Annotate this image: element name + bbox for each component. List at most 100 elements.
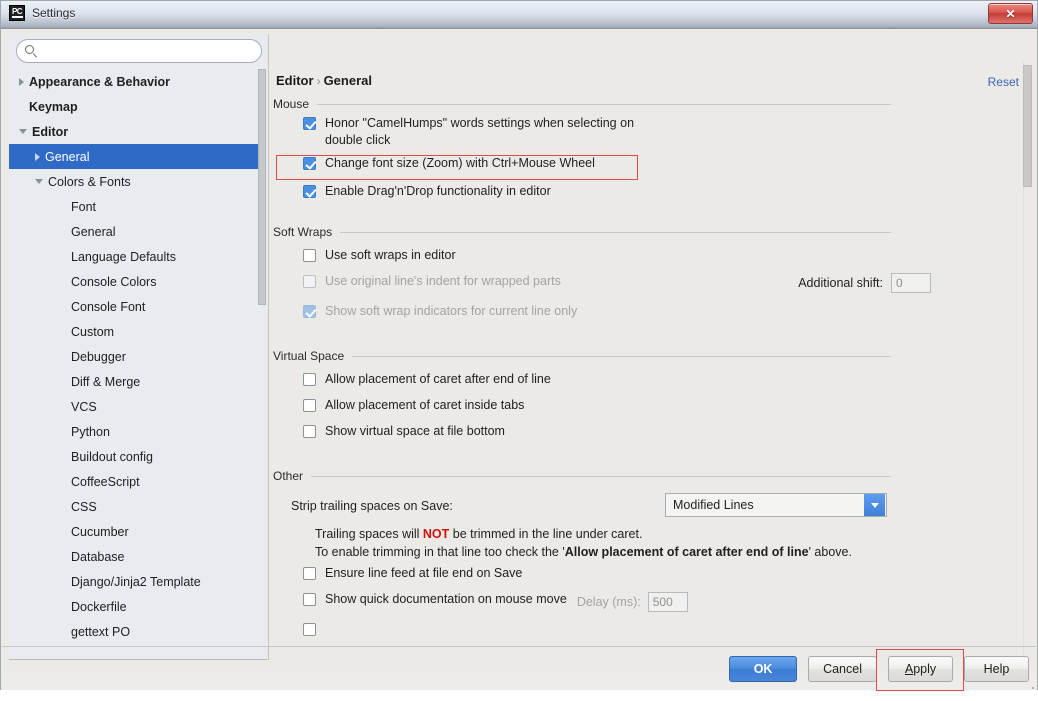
checkbox-caret-after-eol[interactable] [303,373,316,386]
sidebar-item-label: Language Defaults [71,249,176,264]
sidebar-scrollbar-track[interactable] [258,69,267,658]
settings-dialog: PC Settings ✕ Appearance & Behavior Keym… [0,0,1038,701]
settings-tree[interactable]: Appearance & Behavior Keymap Editor General… [9,69,265,658]
label-ensure-linefeed: Ensure line feed at file end on Save [325,566,523,580]
sidebar-item-django-jinja2-template[interactable]: Django/Jinja2 Template [9,569,265,594]
help-button[interactable]: Help [964,656,1029,682]
pane-splitter[interactable] [268,34,269,660]
label-original-indent: Use original line's indent for wrapped p… [325,274,561,288]
sidebar-item-label: CoffeeScript [71,474,140,489]
strip-trailing-value: Modified Lines [673,498,754,512]
note1-red: NOT [422,527,450,541]
ok-button-label: OK [753,662,773,676]
apply-button-mnemonic: A [904,662,914,676]
close-icon[interactable]: ✕ [988,3,1033,24]
window-bottom-strip [0,690,1038,701]
checkbox-virtualspace-bottom[interactable] [303,425,316,438]
checkbox-use-soft-wraps[interactable] [303,249,316,262]
sidebar-item-language-defaults[interactable]: Language Defaults [9,244,265,269]
apply-button[interactable]: Apply [888,656,953,682]
option-row-use-soft-wraps[interactable]: Use soft wraps in editor [273,247,1021,273]
sidebar-item-console-font[interactable]: Console Font [9,294,265,319]
checkbox-camelhumps[interactable] [303,117,316,130]
title-bar: PC Settings ✕ [1,1,1037,29]
sidebar-item-label: Database [71,549,125,564]
cancel-button[interactable]: Cancel [808,656,877,682]
sidebar-item-console-colors[interactable]: Console Colors [9,269,265,294]
label-zoom-fontsize: Change font size (Zoom) with Ctrl+Mouse … [325,156,595,170]
sidebar-item-keymap[interactable]: Keymap [9,94,265,119]
sidebar-item-colors-fonts[interactable]: Colors & Fonts [9,169,265,194]
group-header-other: Other [273,467,1021,485]
additional-shift-input[interactable] [891,273,931,293]
option-row-original-indent-wrap: Use original line's indent for wrapped p… [273,273,1021,301]
strip-trailing-label: Strip trailing spaces on Save: [291,499,453,513]
group-title-other: Other [273,469,304,483]
option-row-caret-inside-tabs[interactable]: Allow placement of caret inside tabs [273,397,1021,423]
breadcrumb-root[interactable]: Editor [276,73,314,88]
option-row-softwrap-indicators[interactable]: Show soft wrap indicators for current li… [273,303,1021,329]
sidebar-item-database[interactable]: Database [9,544,265,569]
breadcrumb-separator: › [316,74,321,88]
option-row-dragndrop[interactable]: Enable Drag'n'Drop functionality in edit… [273,183,1021,209]
sidebar-item-dockerfile[interactable]: Dockerfile [9,594,265,619]
sidebar-item-css[interactable]: CSS [9,494,265,519]
option-row-quick-doc[interactable]: Show quick documentation on mouse move D… [273,591,1021,617]
option-row-partial[interactable] [273,621,1021,647]
sidebar-item-python[interactable]: Python [9,419,265,444]
option-row-ensure-linefeed[interactable]: Ensure line feed at file end on Save [273,565,1021,591]
chevron-down-icon[interactable] [864,494,885,516]
strip-trailing-combo[interactable]: Modified Lines [665,493,887,517]
reset-link[interactable]: Reset [988,75,1019,89]
checkbox-caret-inside-tabs[interactable] [303,399,316,412]
settings-sidebar: Appearance & Behavior Keymap Editor General… [9,35,267,660]
sidebar-item-label: General [45,149,90,164]
sidebar-item-label: Custom [71,324,115,339]
note2-bold: Allow placement of caret after end of li… [564,545,809,559]
sidebar-item-general[interactable]: General [9,219,265,244]
chevron-down-icon[interactable] [35,179,43,184]
sidebar-item-editor[interactable]: Editor [9,119,265,144]
checkbox-original-indent[interactable] [303,275,316,288]
sidebar-item-debugger[interactable]: Debugger [9,344,265,369]
sidebar-item-label: Python [71,424,110,439]
sidebar-item-appearance-behavior[interactable]: Appearance & Behavior [9,69,265,94]
sidebar-item-coffeescript[interactable]: CoffeeScript [9,469,265,494]
option-row-camelhumps[interactable]: Honor "CamelHumps" words settings when s… [273,115,1021,155]
sidebar-item-gettext-po[interactable]: gettext PO [9,619,265,644]
sidebar-item-buildout-config[interactable]: Buildout config [9,444,265,469]
sidebar-item-custom[interactable]: Custom [9,319,265,344]
chevron-right-icon[interactable] [35,152,40,161]
breadcrumb-leaf: General [323,73,372,88]
sidebar-item-label: Diff & Merge [71,374,141,389]
content-scrollbar-thumb[interactable] [1023,65,1032,187]
chevron-right-icon[interactable] [19,77,24,86]
content-scrollbar-track[interactable] [1023,62,1033,660]
checkbox-dragndrop[interactable] [303,185,316,198]
checkbox-quick-doc[interactable] [303,593,316,606]
group-divider-other [311,475,891,477]
sidebar-item-label: VCS [71,399,97,414]
sidebar-item-vcs[interactable]: VCS [9,394,265,419]
option-row-zoom[interactable]: Change font size (Zoom) with Ctrl+Mouse … [273,155,1021,181]
sidebar-item-general[interactable]: General [9,144,265,169]
search-icon [25,45,37,58]
option-row-virtualspace-bottom[interactable]: Show virtual space at file bottom [273,423,1021,449]
sidebar-item-diff-merge[interactable]: Diff & Merge [9,369,265,394]
option-row-caret-after-eol[interactable]: Allow placement of caret after end of li… [273,371,1021,397]
checkbox-softwrap-indicators[interactable] [303,305,316,318]
sidebar-scrollbar-thumb[interactable] [258,69,266,305]
checkbox-ensure-linefeed[interactable] [303,567,316,580]
checkbox-zoom-fontsize[interactable] [303,157,316,170]
chevron-down-icon[interactable] [19,129,27,134]
ok-button[interactable]: OK [729,656,798,682]
checkbox-partial-cutoff[interactable] [303,623,316,636]
sidebar-item-cucumber[interactable]: Cucumber [9,519,265,544]
search-input[interactable] [43,42,253,61]
sidebar-item-font[interactable]: Font [9,194,265,219]
delay-input[interactable] [647,592,688,612]
search-box[interactable] [16,39,262,63]
